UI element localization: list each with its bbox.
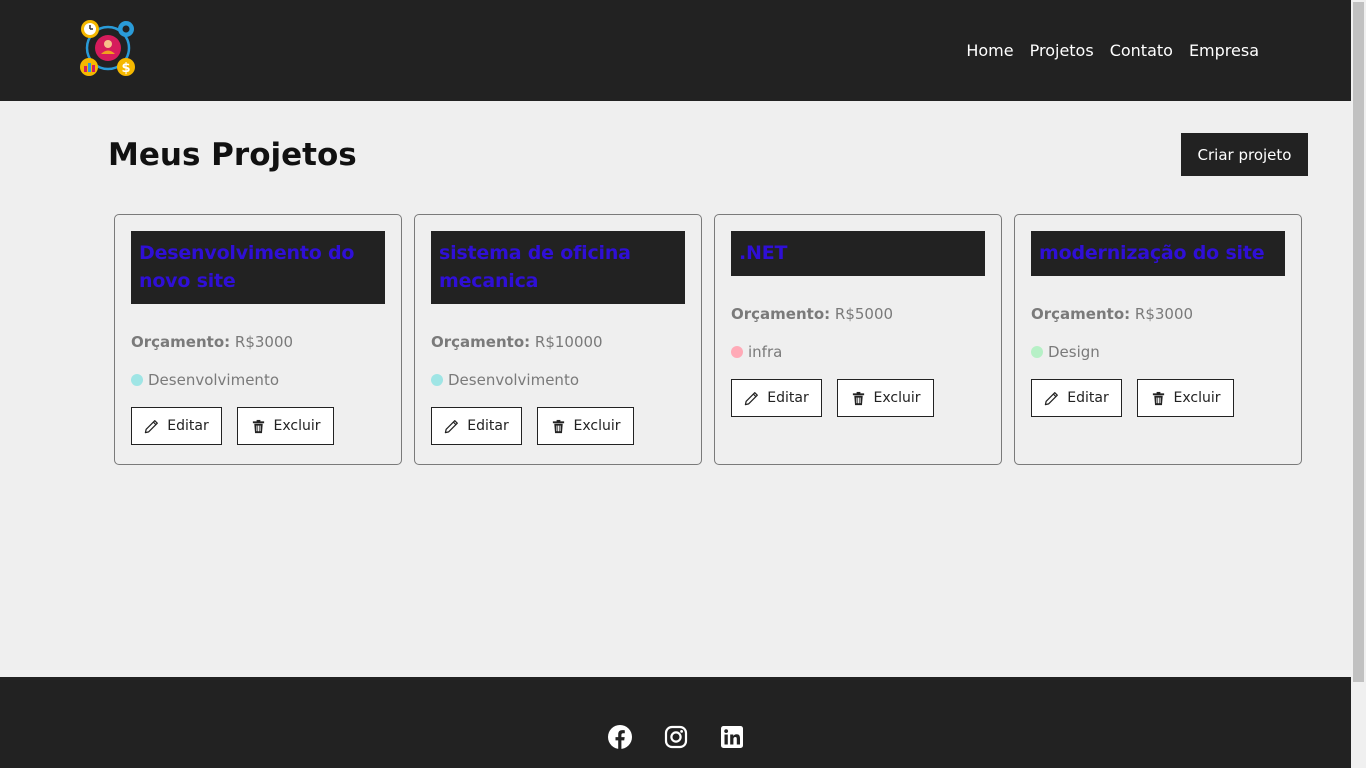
pencil-icon bbox=[445, 419, 459, 433]
team-finance-logo-icon[interactable]: $ bbox=[78, 18, 138, 78]
project-budget: Orçamento: R$3000 bbox=[131, 331, 385, 353]
page-title: Meus Projetos bbox=[108, 137, 357, 173]
edit-button[interactable]: Editar bbox=[131, 407, 222, 445]
nav-link-empresa[interactable]: Empresa bbox=[1189, 40, 1259, 62]
nav-link-projetos[interactable]: Projetos bbox=[1030, 40, 1094, 62]
project-budget: Orçamento: R$3000 bbox=[1031, 303, 1285, 325]
project-actions: Editar Excluir bbox=[431, 407, 685, 445]
budget-label: Orçamento: bbox=[1031, 305, 1131, 323]
edit-button[interactable]: Editar bbox=[431, 407, 522, 445]
project-title: Desenvolvimento do novo site bbox=[139, 242, 355, 292]
category-label: infra bbox=[748, 343, 783, 361]
delete-label: Excluir bbox=[273, 418, 321, 434]
linkedin-icon[interactable] bbox=[720, 725, 744, 749]
budget-label: Orçamento: bbox=[131, 333, 231, 351]
edit-label: Editar bbox=[1067, 390, 1109, 406]
project-actions: Editar Excluir bbox=[731, 379, 985, 417]
footer bbox=[0, 677, 1351, 768]
budget-label: Orçamento: bbox=[431, 333, 531, 351]
budget-label: Orçamento: bbox=[731, 305, 831, 323]
navbar: $ Home Projetos Contato Empresa bbox=[0, 0, 1351, 101]
category-dot-icon bbox=[131, 374, 143, 386]
edit-label: Editar bbox=[467, 418, 509, 434]
category-dot-icon bbox=[731, 346, 743, 358]
pencil-icon bbox=[745, 391, 759, 405]
category-dot-icon bbox=[1031, 346, 1043, 358]
project-card: .NET Orçamento: R$5000 infra Editar Excl… bbox=[714, 214, 1002, 465]
budget-value: R$3000 bbox=[234, 333, 294, 351]
budget-value: R$5000 bbox=[834, 305, 894, 323]
trash-icon bbox=[252, 419, 264, 433]
category-label: Desenvolvimento bbox=[148, 371, 280, 389]
edit-label: Editar bbox=[167, 418, 209, 434]
project-card: sistema de oficina mecanica Orçamento: R… bbox=[414, 214, 702, 465]
delete-label: Excluir bbox=[873, 390, 921, 406]
delete-button[interactable]: Excluir bbox=[837, 379, 934, 417]
project-budget: Orçamento: R$10000 bbox=[431, 331, 685, 353]
project-budget: Orçamento: R$5000 bbox=[731, 303, 985, 325]
instagram-icon[interactable] bbox=[664, 725, 688, 749]
project-list: Desenvolvimento do novo site Orçamento: … bbox=[114, 214, 1302, 465]
pencil-icon bbox=[145, 419, 159, 433]
main-nav: Home Projetos Contato Empresa bbox=[966, 40, 1259, 62]
project-card: modernização do site Orçamento: R$3000 D… bbox=[1014, 214, 1302, 465]
project-title: modernização do site bbox=[1039, 242, 1265, 264]
trash-icon bbox=[1152, 391, 1164, 405]
project-category: infra bbox=[731, 341, 985, 363]
edit-button[interactable]: Editar bbox=[731, 379, 822, 417]
category-label: Desenvolvimento bbox=[448, 371, 580, 389]
project-category: Desenvolvimento bbox=[131, 369, 385, 391]
create-project-button[interactable]: Criar projeto bbox=[1181, 133, 1308, 176]
page-scrollbar[interactable] bbox=[1351, 0, 1366, 768]
budget-value: R$3000 bbox=[1134, 305, 1194, 323]
pencil-icon bbox=[1045, 391, 1059, 405]
trash-icon bbox=[852, 391, 864, 405]
project-title-box: sistema de oficina mecanica bbox=[431, 231, 685, 304]
delete-button[interactable]: Excluir bbox=[237, 407, 334, 445]
delete-label: Excluir bbox=[1173, 390, 1221, 406]
project-category: Design bbox=[1031, 341, 1285, 363]
nav-link-home[interactable]: Home bbox=[966, 40, 1013, 62]
edit-label: Editar bbox=[767, 390, 809, 406]
delete-label: Excluir bbox=[573, 418, 621, 434]
budget-value: R$10000 bbox=[534, 333, 603, 351]
project-title-box: Desenvolvimento do novo site bbox=[131, 231, 385, 304]
project-title-box: modernização do site bbox=[1031, 231, 1285, 276]
delete-button[interactable]: Excluir bbox=[537, 407, 634, 445]
edit-button[interactable]: Editar bbox=[1031, 379, 1122, 417]
category-dot-icon bbox=[431, 374, 443, 386]
projects-page: Meus Projetos Criar projeto Desenvolvime… bbox=[0, 101, 1351, 677]
category-label: Design bbox=[1048, 343, 1100, 361]
project-category: Desenvolvimento bbox=[431, 369, 685, 391]
svg-text:$: $ bbox=[121, 61, 130, 76]
scrollbar-thumb[interactable] bbox=[1353, 2, 1364, 682]
project-actions: Editar Excluir bbox=[1031, 379, 1285, 417]
project-title: sistema de oficina mecanica bbox=[439, 242, 631, 292]
project-actions: Editar Excluir bbox=[131, 407, 385, 445]
delete-button[interactable]: Excluir bbox=[1137, 379, 1234, 417]
social-links bbox=[608, 725, 744, 749]
trash-icon bbox=[552, 419, 564, 433]
nav-link-contato[interactable]: Contato bbox=[1110, 40, 1173, 62]
project-title-box: .NET bbox=[731, 231, 985, 276]
project-title: .NET bbox=[739, 242, 788, 264]
facebook-icon[interactable] bbox=[608, 725, 632, 749]
project-card: Desenvolvimento do novo site Orçamento: … bbox=[114, 214, 402, 465]
